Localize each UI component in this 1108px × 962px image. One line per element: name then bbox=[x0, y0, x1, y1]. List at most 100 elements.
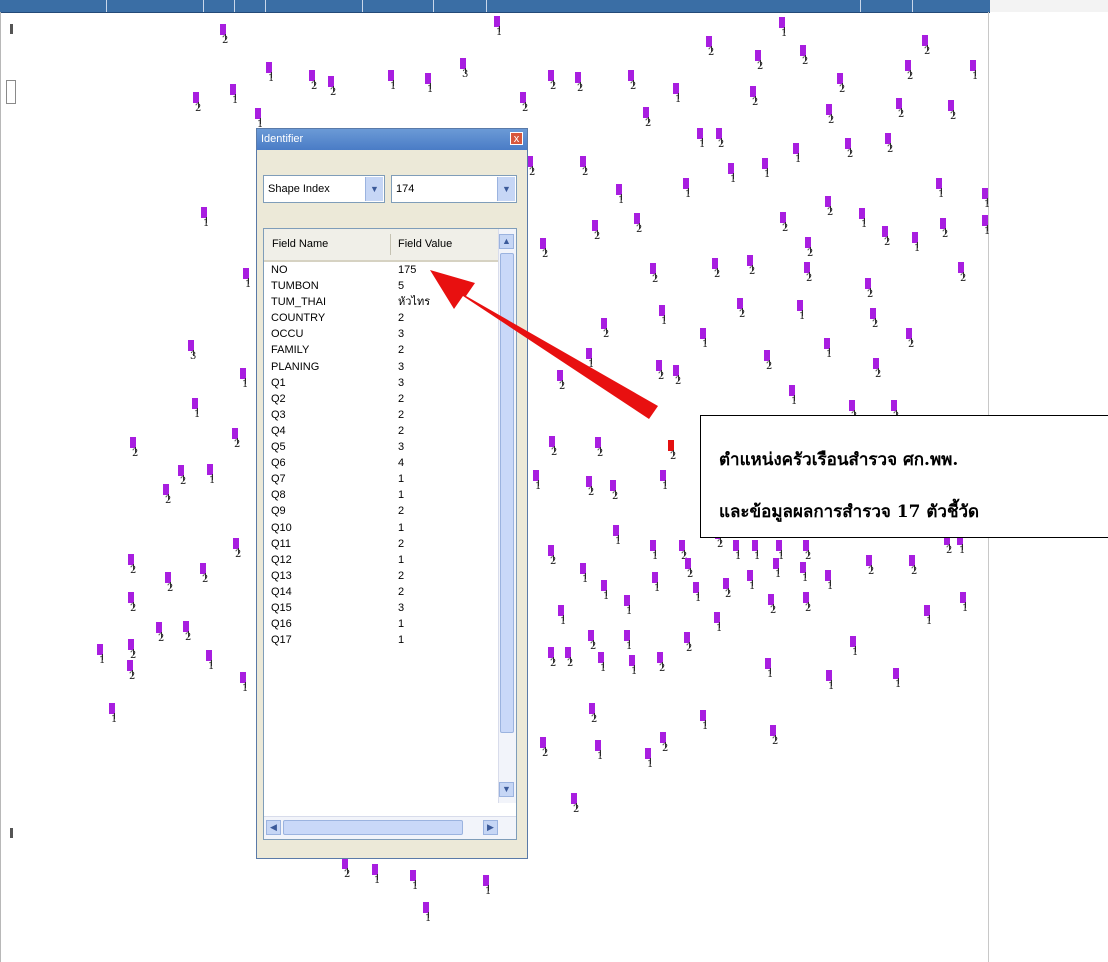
map-point[interactable]: 1 bbox=[266, 62, 276, 88]
map-point[interactable]: 2 bbox=[589, 703, 599, 729]
table-row[interactable]: NO 175 bbox=[264, 262, 500, 278]
map-point[interactable]: 2 bbox=[588, 630, 598, 656]
map-point[interactable]: 2 bbox=[580, 156, 590, 182]
map-point[interactable]: 2 bbox=[948, 100, 958, 126]
map-point[interactable]: 1 bbox=[494, 16, 504, 42]
map-point[interactable]: 1 bbox=[240, 368, 250, 394]
table-row[interactable]: Q14 2 bbox=[264, 584, 500, 600]
map-point[interactable]: 2 bbox=[940, 218, 950, 244]
map-point[interactable]: 1 bbox=[425, 73, 435, 99]
table-row[interactable]: Q1 3 bbox=[264, 375, 500, 391]
map-point[interactable]: 1 bbox=[201, 207, 211, 233]
map-point[interactable]: 1 bbox=[924, 605, 934, 631]
map-point[interactable]: 1 bbox=[483, 875, 493, 901]
map-point[interactable]: 2 bbox=[548, 647, 558, 673]
map-point[interactable]: 2 bbox=[127, 660, 137, 686]
map-point[interactable]: 1 bbox=[893, 668, 903, 694]
map-point[interactable]: 2 bbox=[747, 255, 757, 281]
map-point[interactable]: 1 bbox=[773, 558, 783, 584]
horizontal-scrollbar[interactable]: ◀ ▶ bbox=[264, 816, 516, 839]
map-point[interactable]: 1 bbox=[97, 644, 107, 670]
map-point[interactable]: 2 bbox=[183, 621, 193, 647]
map-point[interactable]: 2 bbox=[586, 476, 596, 502]
map-point[interactable]: 2 bbox=[628, 70, 638, 96]
map-point[interactable]: 2 bbox=[770, 725, 780, 751]
scroll-up-icon[interactable]: ▲ bbox=[499, 234, 514, 249]
map-point[interactable]: 2 bbox=[548, 70, 558, 96]
map-point[interactable]: 2 bbox=[673, 365, 683, 391]
map-point[interactable]: 1 bbox=[243, 268, 253, 294]
map-point[interactable]: 1 bbox=[613, 525, 623, 551]
map-point[interactable]: 1 bbox=[850, 636, 860, 662]
map-point[interactable]: 1 bbox=[580, 563, 590, 589]
map-point[interactable]: 1 bbox=[789, 385, 799, 411]
column-header-field-value[interactable]: Field Value bbox=[390, 229, 452, 260]
horizontal-scroll-thumb[interactable] bbox=[283, 820, 463, 835]
map-point[interactable]: 2 bbox=[909, 555, 919, 581]
map-point[interactable]: 1 bbox=[700, 710, 710, 736]
table-row[interactable]: Q11 2 bbox=[264, 536, 500, 552]
map-point[interactable]: 2 bbox=[643, 107, 653, 133]
map-point[interactable]: 2 bbox=[958, 262, 968, 288]
map-point[interactable]: 2 bbox=[865, 278, 875, 304]
table-row[interactable]: Q8 1 bbox=[264, 487, 500, 503]
map-point[interactable]: 1 bbox=[960, 592, 970, 618]
table-row[interactable]: OCCU 3 bbox=[264, 326, 500, 342]
map-point[interactable]: 2 bbox=[837, 73, 847, 99]
map-point[interactable]: 1 bbox=[683, 178, 693, 204]
map-point[interactable]: 1 bbox=[598, 652, 608, 678]
map-point[interactable]: 3 bbox=[188, 340, 198, 366]
table-row[interactable]: Q16 1 bbox=[264, 616, 500, 632]
map-point[interactable]: 1 bbox=[230, 84, 240, 110]
map-point[interactable]: 2 bbox=[156, 622, 166, 648]
map-point[interactable]: 2 bbox=[309, 70, 319, 96]
map-point[interactable]: 1 bbox=[645, 748, 655, 774]
map-point[interactable]: 2 bbox=[200, 563, 210, 589]
chevron-down-icon[interactable]: ▼ bbox=[365, 177, 383, 201]
table-row[interactable]: Q4 2 bbox=[264, 423, 500, 439]
map-point[interactable]: 2 bbox=[750, 86, 760, 112]
table-row[interactable]: Q3 2 bbox=[264, 407, 500, 423]
map-point[interactable]: 1 bbox=[652, 572, 662, 598]
map-point[interactable]: 1 bbox=[824, 338, 834, 364]
map-point[interactable]: 2 bbox=[768, 594, 778, 620]
selected-map-point[interactable]: 2 bbox=[668, 440, 678, 466]
map-point[interactable]: 1 bbox=[410, 870, 420, 896]
table-row[interactable]: TUM_THAI หัวไทร bbox=[264, 294, 500, 310]
table-row[interactable]: Q15 3 bbox=[264, 600, 500, 616]
map-point[interactable]: 2 bbox=[220, 24, 230, 50]
map-point[interactable]: 1 bbox=[970, 60, 980, 86]
map-point[interactable]: 1 bbox=[192, 398, 202, 424]
table-row[interactable]: Q13 2 bbox=[264, 568, 500, 584]
map-point[interactable]: 2 bbox=[885, 133, 895, 159]
map-point[interactable]: 2 bbox=[178, 465, 188, 491]
map-point[interactable]: 1 bbox=[650, 540, 660, 566]
map-point[interactable]: 1 bbox=[423, 902, 433, 928]
map-point[interactable]: 1 bbox=[779, 17, 789, 43]
map-point[interactable]: 1 bbox=[825, 570, 835, 596]
map-point[interactable]: 2 bbox=[805, 237, 815, 263]
map-point[interactable]: 2 bbox=[610, 480, 620, 506]
map-point[interactable]: 1 bbox=[936, 178, 946, 204]
map-point[interactable]: 2 bbox=[520, 92, 530, 118]
map-point[interactable]: 1 bbox=[109, 703, 119, 729]
map-point[interactable]: 2 bbox=[233, 538, 243, 564]
map-point[interactable]: 2 bbox=[764, 350, 774, 376]
map-point[interactable]: 2 bbox=[634, 213, 644, 239]
map-point[interactable]: 2 bbox=[571, 793, 581, 819]
map-point[interactable]: 1 bbox=[586, 348, 596, 374]
map-point[interactable]: 1 bbox=[533, 470, 543, 496]
map-point[interactable]: 2 bbox=[549, 436, 559, 462]
map-point[interactable]: 2 bbox=[527, 156, 537, 182]
map-point[interactable]: 2 bbox=[660, 732, 670, 758]
table-row[interactable]: Q5 3 bbox=[264, 439, 500, 455]
map-point[interactable]: 2 bbox=[685, 558, 695, 584]
map-point[interactable]: 1 bbox=[982, 215, 992, 241]
map-point[interactable]: 2 bbox=[803, 592, 813, 618]
map-point[interactable]: 2 bbox=[128, 592, 138, 618]
map-point[interactable]: 2 bbox=[712, 258, 722, 284]
map-point[interactable]: 1 bbox=[765, 658, 775, 684]
map-point[interactable]: 2 bbox=[906, 328, 916, 354]
map-point[interactable]: 2 bbox=[882, 226, 892, 252]
map-point[interactable]: 1 bbox=[616, 184, 626, 210]
